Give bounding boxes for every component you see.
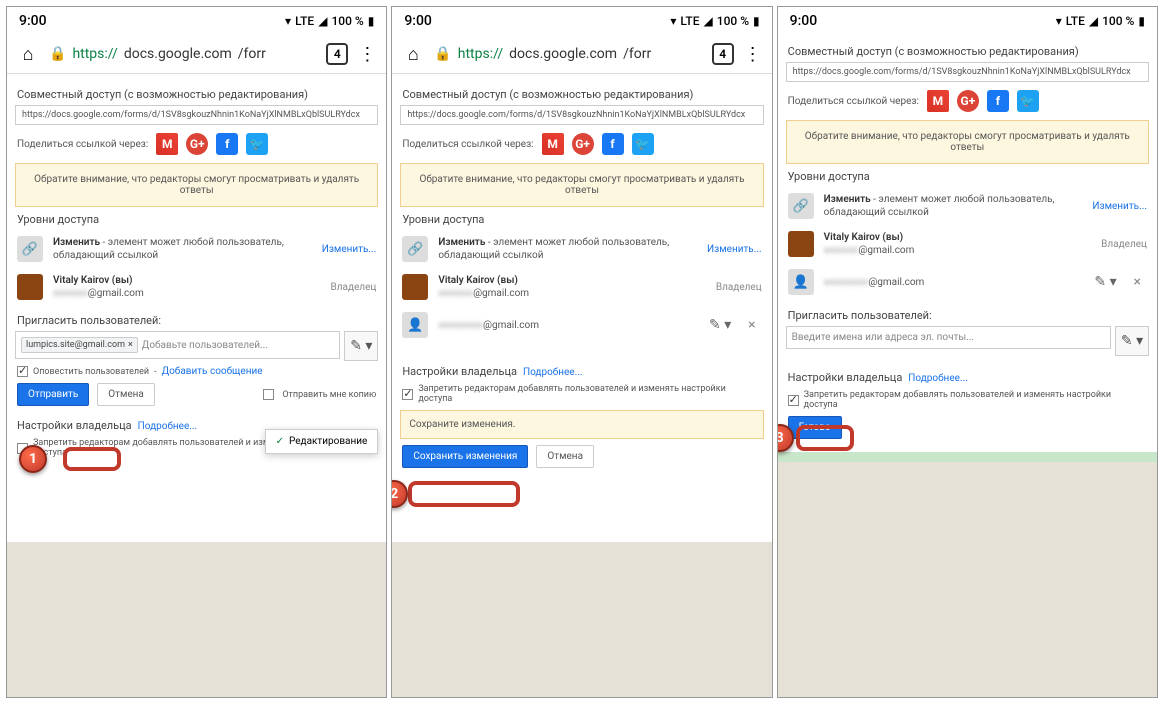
permission-dropdown-open[interactable]: ✓Редактирование [265,429,379,454]
status-time: 9:00 [19,13,47,29]
cancel-button[interactable]: Отмена [97,383,155,406]
owner-settings-label: Настройки владельца [788,371,903,384]
editors-notice: Обратите внимание, что редакторы смогут … [786,120,1149,164]
avatar: 👤 [402,312,428,338]
avatar [17,274,43,300]
gmail-icon[interactable]: M [542,133,564,155]
permission-dropdown[interactable]: ✎ ▾ [1115,326,1149,356]
guest-row: 👤 xxxxxxxxx@gmail.com ✎ ▾ × [786,263,1149,301]
avatar [402,274,428,300]
change-link[interactable]: Изменить... [322,244,377,255]
save-notice: Сохраните изменения. [400,410,763,439]
home-icon[interactable]: ⌂ [402,43,424,65]
edit-permission-icon[interactable]: ✎ ▾ [708,313,732,337]
editors-notice: Обратите внимание, что редакторы смогут … [15,163,378,207]
home-icon[interactable]: ⌂ [17,43,39,65]
remove-user-icon[interactable]: × [742,317,761,333]
invite-input[interactable]: Введите имена или адреса эл. почты... [786,326,1111,349]
tab-count[interactable]: 4 [326,43,348,65]
send-button[interactable]: Отправить [17,383,89,406]
link-icon: 🔗 [17,236,43,262]
permission-dropdown[interactable]: ✎ ▾ [344,331,378,361]
tab-count[interactable]: 4 [712,43,734,65]
edit-permission-icon[interactable]: ✎ ▾ [1094,270,1118,294]
url-bar[interactable]: 🔒https://docs.google.com/forr [49,46,316,62]
owner-row: Vitaly Kairov (вы)xxxxxxx@gmail.com Влад… [15,268,378,306]
save-button[interactable]: Сохранить изменения [402,445,528,468]
access-level-row: 🔗 Изменить - элемент может любой пользов… [786,187,1149,225]
avatar [788,231,814,257]
owner-row: Vitaly Kairov (вы)xxxxxxx@gmail.com Влад… [400,268,763,306]
gmail-icon[interactable]: M [927,90,949,112]
twitter-icon[interactable]: 🐦 [632,133,654,155]
owner-row: Vitaly Kairov (вы)xxxxxxx@gmail.com Влад… [786,225,1149,263]
status-icons: ▾ LTE ◢ 100 % ▮ [285,14,374,28]
send-copy-label: Отправить мне копию [282,390,376,400]
status-icons: ▾ LTE ◢ 100 % ▮ [1056,14,1145,28]
restrict-checkbox[interactable] [402,389,413,400]
owner-label: Владелец [716,282,762,293]
share-via: Поделиться ссылкой через: [402,139,533,150]
share-title: Совместный доступ (с возможностью редакт… [17,88,376,101]
invite-input[interactable]: lumpics.site@gmail.com × Добавьте пользо… [15,331,340,359]
share-url[interactable]: https://docs.google.com/forms/d/1SV8sgko… [786,62,1149,82]
invite-title: Пригласить пользователей: [788,309,1147,322]
share-url[interactable]: https://docs.google.com/forms/d/1SV8sgko… [15,105,378,125]
share-via: Поделиться ссылкой через: [17,139,148,150]
status-time: 9:00 [790,13,818,29]
more-icon[interactable]: ⋮ [744,44,762,65]
owner-label: Владелец [331,282,377,293]
editors-notice: Обратите внимание, что редакторы смогут … [400,163,763,207]
link-icon: 🔗 [788,193,814,219]
notify-label: Оповестить пользователей [33,367,149,377]
gplus-icon[interactable]: G+ [572,133,594,155]
levels-title: Уровни доступа [402,213,761,226]
change-link[interactable]: Изменить... [1092,201,1147,212]
restrict-label: Запретить редакторам добавлять пользоват… [804,390,1147,410]
share-via: Поделиться ссылкой через: [788,96,919,107]
guest-row: 👤 xxxxxxxxx@gmail.com ✎ ▾ × [400,306,763,344]
share-title: Совместный доступ (с возможностью редакт… [402,88,761,101]
owner-settings-label: Настройки владельца [402,365,517,378]
restrict-checkbox[interactable] [788,395,799,406]
owner-settings-label: Настройки владельца [17,419,132,432]
lock-icon: 🔒 [49,46,66,62]
status-icons: ▾ LTE ◢ 100 % ▮ [670,14,759,28]
owner-settings-more[interactable]: Подробнее... [138,421,198,432]
gplus-icon[interactable]: G+ [957,90,979,112]
add-message-link[interactable]: Добавить сообщение [162,366,263,377]
gmail-icon[interactable]: M [156,133,178,155]
invite-title: Пригласить пользователей: [17,314,376,327]
owner-settings-more[interactable]: Подробнее... [908,373,968,384]
facebook-icon[interactable]: f [987,90,1009,112]
share-title: Совместный доступ (с возможностью редакт… [788,45,1147,58]
gplus-icon[interactable]: G+ [186,133,208,155]
levels-title: Уровни доступа [17,213,376,226]
levels-title: Уровни доступа [788,170,1147,183]
email-chip[interactable]: lumpics.site@gmail.com × [21,337,138,353]
send-copy-checkbox[interactable] [263,389,274,400]
restrict-label: Запретить редакторам добавлять пользоват… [418,384,761,404]
remove-user-icon[interactable]: × [1128,274,1147,290]
access-level-row: 🔗 Изменить - элемент может любой пользов… [400,230,763,268]
owner-label: Владелец [1101,239,1147,250]
notify-checkbox[interactable] [17,366,28,377]
more-icon[interactable]: ⋮ [358,44,376,65]
share-url[interactable]: https://docs.google.com/forms/d/1SV8sgko… [400,105,763,125]
link-icon: 🔗 [402,236,428,262]
status-time: 9:00 [404,13,432,29]
done-button[interactable]: Готово [788,416,842,439]
twitter-icon[interactable]: 🐦 [246,133,268,155]
access-level-row: 🔗 Изменить - элемент может любой пользов… [15,230,378,268]
facebook-icon[interactable]: f [602,133,624,155]
owner-settings-more[interactable]: Подробнее... [523,367,583,378]
lock-icon: 🔒 [434,46,451,62]
url-bar[interactable]: 🔒https://docs.google.com/forr [434,46,701,62]
step-badge-1: 1 [19,445,47,473]
facebook-icon[interactable]: f [216,133,238,155]
avatar: 👤 [788,269,814,295]
change-link[interactable]: Изменить... [707,244,762,255]
twitter-icon[interactable]: 🐦 [1017,90,1039,112]
cancel-button[interactable]: Отмена [536,445,594,468]
